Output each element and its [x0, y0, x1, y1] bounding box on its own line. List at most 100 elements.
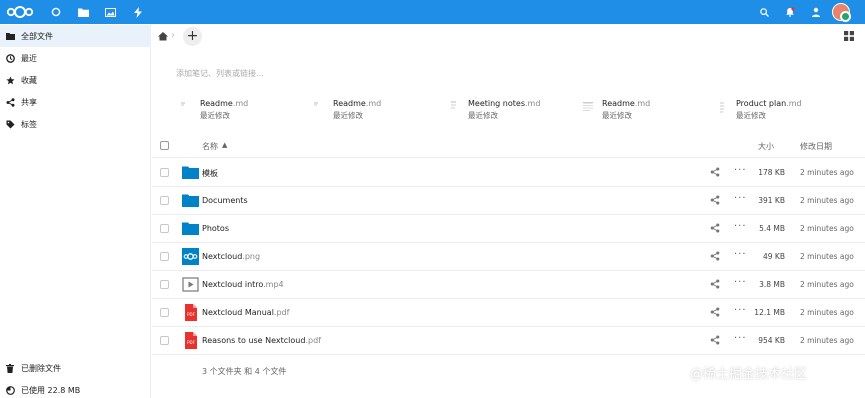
- notifications-icon[interactable]: [782, 4, 798, 20]
- recent-file-card[interactable]: Product plan.md 最近修改: [716, 98, 846, 120]
- watermark-text: @稀土掘金技术社区: [690, 367, 808, 382]
- sidebar-item-label: 标签: [21, 119, 37, 129]
- activity-icon[interactable]: [130, 4, 146, 20]
- sidebar-item-quota[interactable]: 已使用 22.8 MB: [0, 379, 151, 398]
- table-row[interactable]: Nextcloud.png ··· 49 KB 2 minutes ago: [152, 243, 865, 271]
- grid-view-icon[interactable]: [844, 31, 854, 41]
- tag-icon: [5, 119, 15, 129]
- main-content: › + 添加笔记、列表或链接... Readme.md 最近修改 Readme.…: [152, 24, 865, 398]
- sidebar-item-label: 已删除文件: [21, 363, 61, 373]
- file-modified: 2 minutes ago: [800, 224, 854, 233]
- more-actions-button[interactable]: ···: [734, 221, 747, 232]
- row-checkbox[interactable]: [160, 168, 169, 177]
- recent-file-card[interactable]: Meeting notes.md 最近修改: [448, 98, 578, 120]
- pdf-file-icon: PDF: [185, 304, 197, 321]
- recent-file-subtitle: 最近修改: [602, 111, 632, 120]
- table-row[interactable]: Nextcloud intro.mp4 ··· 3.8 MB 2 minutes…: [152, 271, 865, 299]
- folder-icon: [182, 166, 199, 179]
- contacts-icon[interactable]: [808, 4, 824, 20]
- trash-icon: [5, 363, 15, 373]
- folder-icon: [182, 222, 199, 235]
- row-checkbox[interactable]: [160, 336, 169, 345]
- more-actions-button[interactable]: ···: [734, 333, 747, 344]
- share-icon[interactable]: [710, 251, 720, 261]
- files-icon[interactable]: [75, 4, 91, 20]
- sidebar-item-deleted-files[interactable]: 已删除文件: [0, 357, 151, 379]
- table-row[interactable]: Photos ··· 5.4 MB 2 minutes ago: [152, 215, 865, 243]
- file-name: Nextcloud intro: [202, 280, 264, 289]
- text-file-icon: [314, 102, 318, 106]
- column-name-header[interactable]: 名称: [202, 141, 218, 152]
- table-row[interactable]: 模板 ··· 178 KB 2 minutes ago: [152, 159, 865, 187]
- column-size-header[interactable]: 大小: [758, 141, 774, 152]
- recent-file-card[interactable]: Readme.md 最近修改: [180, 98, 310, 120]
- file-ext: .pdf: [305, 336, 321, 345]
- file-name: Documents: [202, 196, 248, 205]
- sidebar-item-tags[interactable]: 标签: [0, 113, 151, 135]
- recent-file-ext: .md: [786, 99, 802, 108]
- row-checkbox[interactable]: [160, 196, 169, 205]
- recent-file-name: Readme: [602, 99, 635, 108]
- recent-file-name: Readme: [333, 99, 366, 108]
- column-modified-header[interactable]: 修改日期: [800, 141, 832, 152]
- select-all-checkbox[interactable]: [160, 141, 169, 150]
- more-actions-button[interactable]: ···: [734, 165, 747, 176]
- sidebar-item-shares[interactable]: 共享: [0, 91, 151, 113]
- chevron-right-icon: ›: [171, 30, 175, 41]
- row-checkbox[interactable]: [160, 308, 169, 317]
- photos-icon[interactable]: [102, 4, 118, 20]
- dashboard-icon[interactable]: [48, 4, 64, 20]
- file-name: Nextcloud: [202, 252, 243, 261]
- table-row[interactable]: Documents ··· 391 KB 2 minutes ago: [152, 187, 865, 215]
- folder-icon: [182, 194, 199, 207]
- svg-text:PDF: PDF: [187, 312, 195, 317]
- table-row[interactable]: PDF Reasons to use Nextcloud.pdf ··· 954…: [152, 327, 865, 355]
- file-table-header: 名称 ▲ 大小 修改日期: [152, 136, 865, 158]
- share-icon[interactable]: [710, 195, 720, 205]
- top-header: [0, 0, 865, 24]
- folder-description-input[interactable]: 添加笔记、列表或链接...: [176, 68, 264, 79]
- file-size: 178 KB: [758, 168, 785, 177]
- file-ext: .png: [242, 252, 261, 261]
- nextcloud-logo[interactable]: [6, 5, 34, 19]
- recent-file-name: Meeting notes: [468, 99, 525, 108]
- sidebar-item-label: 已使用 22.8 MB: [21, 385, 81, 395]
- row-checkbox[interactable]: [160, 252, 169, 261]
- file-modified: 2 minutes ago: [800, 336, 854, 345]
- more-actions-button[interactable]: ···: [734, 305, 747, 316]
- recent-file-ext: .md: [634, 99, 651, 108]
- file-modified: 2 minutes ago: [800, 196, 854, 205]
- row-checkbox[interactable]: [160, 280, 169, 289]
- file-modified: 2 minutes ago: [800, 308, 854, 317]
- row-checkbox[interactable]: [160, 224, 169, 233]
- text-file-icon: [583, 102, 593, 111]
- recent-file-ext: .md: [525, 99, 541, 108]
- recent-file-card[interactable]: Readme.md 最近修改: [582, 98, 712, 120]
- sort-ascending-icon[interactable]: ▲: [222, 141, 227, 149]
- sidebar-item-all-files[interactable]: 全部文件: [0, 25, 151, 47]
- sidebar-item-favorites[interactable]: 收藏: [0, 69, 151, 91]
- new-file-button[interactable]: +: [183, 27, 202, 46]
- sidebar-item-label: 最近: [21, 53, 37, 63]
- recent-file-card[interactable]: Readme.md 最近修改: [313, 98, 443, 120]
- recent-file-name: Readme: [200, 99, 233, 108]
- file-size: 391 KB: [758, 196, 785, 205]
- more-actions-button[interactable]: ···: [734, 277, 747, 288]
- more-actions-button[interactable]: ···: [734, 193, 747, 204]
- share-icon[interactable]: [710, 279, 720, 289]
- recent-file-subtitle: 最近修改: [333, 111, 363, 120]
- file-size: 5.4 MB: [759, 224, 785, 233]
- share-icon[interactable]: [710, 223, 720, 233]
- home-icon[interactable]: [158, 31, 168, 41]
- image-thumbnail-icon: [182, 248, 199, 265]
- more-actions-button[interactable]: ···: [734, 249, 747, 260]
- table-row[interactable]: PDF Nextcloud Manual.pdf ··· 12.1 MB 2 m…: [152, 299, 865, 327]
- sidebar-item-label: 共享: [21, 97, 37, 107]
- share-icon[interactable]: [710, 167, 720, 177]
- share-icon[interactable]: [710, 335, 720, 345]
- sidebar-item-recent[interactable]: 最近: [0, 47, 151, 69]
- sidebar: 全部文件 最近 收藏 共享 标签 已删除文件 已使用 22.8 MB: [0, 24, 151, 398]
- share-icon[interactable]: [710, 307, 720, 317]
- search-icon[interactable]: [756, 4, 772, 20]
- clock-icon: [5, 53, 15, 63]
